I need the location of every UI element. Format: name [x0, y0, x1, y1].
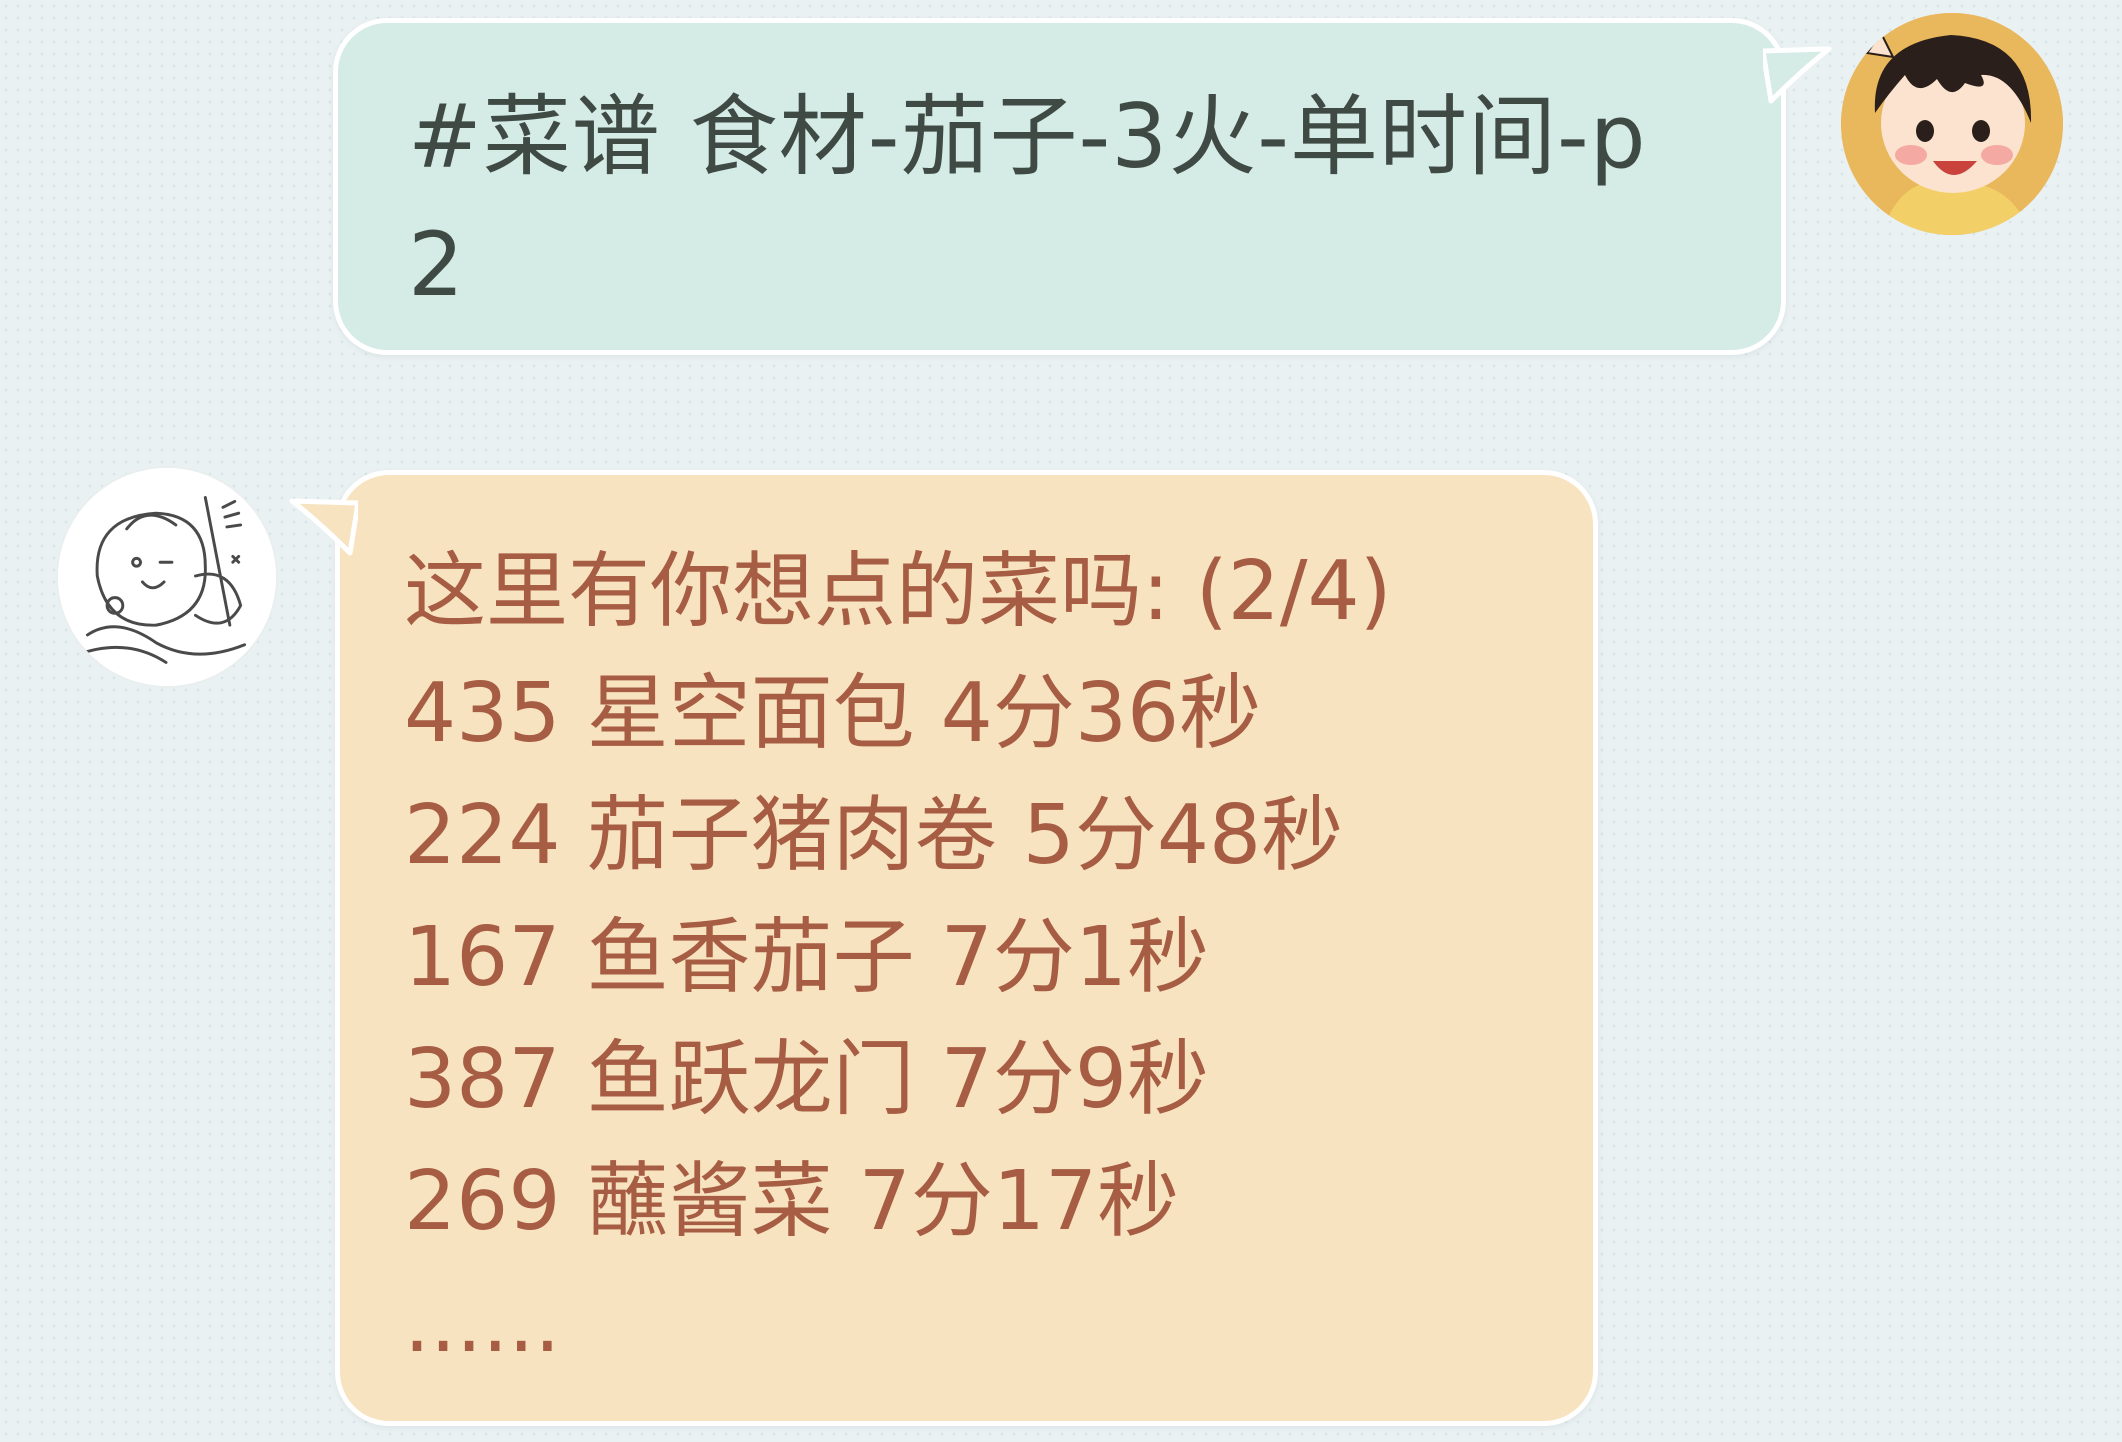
outgoing-message-text: #菜谱 食材-茄子-3火-单时间-p2 [408, 85, 1647, 316]
ellipsis: ...... [404, 1276, 561, 1371]
cartoon-bird-avatar-icon [58, 468, 276, 686]
incoming-message-bubble[interactable]: 这里有你想点的菜吗: (2/4) 435 星空面包 4分36秒 224 茄子猪肉… [289, 470, 1598, 1426]
bot-avatar[interactable] [56, 466, 278, 688]
recipe-item: 387 鱼跃龙门 7分9秒 [404, 1032, 1209, 1127]
outgoing-message-bubble[interactable]: #菜谱 食材-茄子-3火-单时间-p2 [333, 18, 1832, 355]
recipe-item: 167 鱼香茄子 7分1秒 [404, 910, 1209, 1005]
bubble-tail [289, 498, 358, 556]
user-avatar[interactable] [1841, 13, 2063, 235]
recipe-item: 224 茄子猪肉卷 5分48秒 [404, 788, 1344, 883]
bubble-tail [1763, 46, 1832, 104]
incoming-message-header: 这里有你想点的菜吗: (2/4) [404, 544, 1392, 639]
girl-avatar-icon [1841, 13, 2063, 235]
recipe-item: 435 星空面包 4分36秒 [404, 666, 1262, 761]
recipe-item: 269 蘸酱菜 7分17秒 [404, 1154, 1180, 1249]
